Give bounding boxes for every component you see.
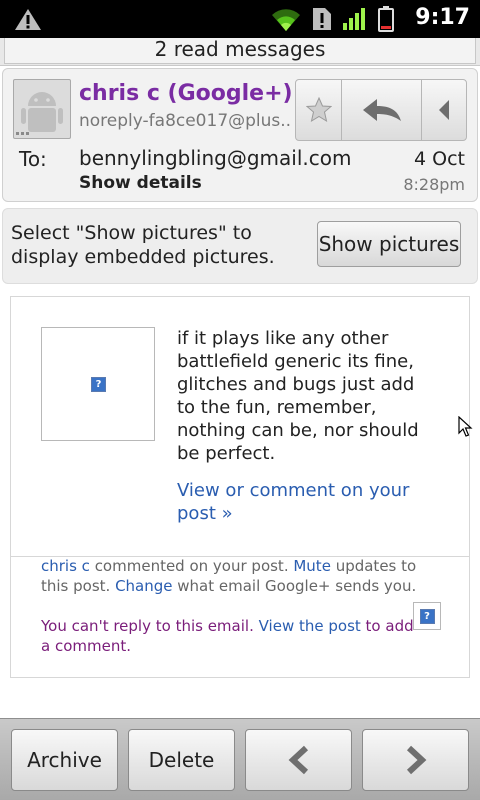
to-label: To: [19, 147, 47, 171]
signal-icon [343, 8, 365, 30]
footer-text: what email Google+ sends you. [172, 577, 417, 595]
view-comment-link[interactable]: View or comment on your post » [177, 479, 427, 525]
author-link[interactable]: chris c [41, 557, 90, 575]
chevron-right-icon [406, 745, 426, 775]
mouse-cursor-icon [458, 416, 473, 437]
broken-image-icon: ? [419, 608, 435, 624]
view-the-post-link[interactable]: View the post [259, 617, 361, 635]
android-icon [16, 92, 63, 135]
newer-message-button[interactable] [245, 729, 352, 791]
change-link[interactable]: Change [115, 577, 172, 595]
delete-button[interactable]: Delete [128, 729, 235, 791]
sim-alert-icon [313, 8, 331, 30]
older-message-button[interactable] [362, 729, 469, 791]
cant-reply-text: You can't reply to this email. [41, 617, 259, 635]
sender-avatar[interactable] [13, 79, 71, 139]
notification-footer: chris c commented on your post. Mute upd… [41, 556, 421, 656]
sender-email: noreply-fa8ce017@plus... [79, 111, 291, 131]
read-messages-label: 2 read messages [154, 37, 326, 61]
message-actions [295, 79, 467, 141]
message-date: 4 Oct [414, 148, 465, 170]
broken-image-icon: ? [91, 377, 106, 392]
show-details-link[interactable]: Show details [79, 173, 202, 193]
recipient-email: bennylingbling@gmail.com [79, 146, 352, 170]
comment-text: if it plays like any other battlefield g… [177, 328, 419, 464]
message-header: chris c (Google+) noreply-fa8ce017@plus.… [2, 68, 478, 202]
sender-name: chris c (Google+) [79, 81, 293, 106]
star-icon [305, 97, 332, 123]
message-body: ? if it plays like any other battlefield… [10, 296, 470, 678]
reply-button[interactable] [342, 80, 422, 140]
chevron-left-icon [288, 745, 308, 775]
warning-icon [15, 9, 41, 30]
read-messages-bar[interactable]: 2 read messages [0, 38, 480, 66]
show-pictures-bar: Select "Show pictures" to display embedd… [2, 208, 478, 284]
clock: 9:17 [415, 5, 470, 30]
bottom-toolbar: Archive Delete [0, 718, 480, 800]
star-button[interactable] [296, 80, 342, 140]
show-pictures-button[interactable]: Show pictures [317, 221, 461, 267]
show-pictures-message: Select "Show pictures" to display embedd… [11, 222, 275, 268]
more-actions-button[interactable] [422, 80, 466, 140]
embedded-image-placeholder: ? [41, 327, 155, 441]
battery-icon [378, 6, 394, 32]
reply-icon [362, 99, 401, 121]
archive-button[interactable]: Archive [11, 729, 118, 791]
message-time: 8:28pm [403, 175, 465, 194]
mute-link[interactable]: Mute [293, 557, 331, 575]
footer-text: commented on your post. [89, 557, 294, 575]
chevron-left-icon [439, 100, 449, 120]
wifi-icon [272, 9, 300, 32]
google-plus-logo-placeholder: ? [413, 602, 441, 630]
status-bar: 9:17 [0, 0, 480, 38]
